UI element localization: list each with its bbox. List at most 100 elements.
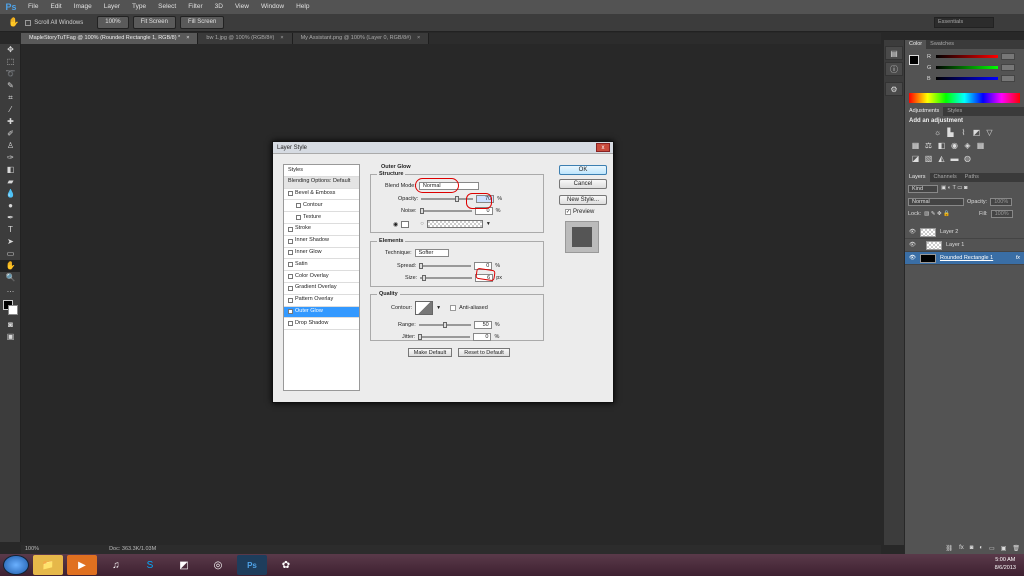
brightness-icon[interactable]: ☼ [933, 128, 942, 137]
eye-icon[interactable]: 👁 [909, 229, 916, 235]
history-panel-icon[interactable]: ▤ [885, 46, 903, 60]
tab-styles[interactable]: Styles [943, 107, 966, 116]
background-color-swatch[interactable] [8, 305, 18, 315]
lasso-tool-icon[interactable]: ➰ [0, 68, 21, 80]
fill-screen-button[interactable]: Fill Screen [179, 16, 225, 29]
move-tool-icon[interactable]: ✥ [0, 44, 21, 56]
close-icon[interactable]: × [186, 33, 189, 44]
menu-3d[interactable]: 3D [209, 0, 229, 14]
gradient-radio[interactable]: ○ [420, 221, 424, 227]
style-checkbox[interactable] [288, 274, 293, 280]
style-checkbox[interactable] [288, 309, 293, 315]
tab-paths[interactable]: Paths [961, 173, 983, 182]
skype-icon[interactable]: S [135, 555, 165, 575]
style-checkbox[interactable] [288, 285, 293, 291]
more-tools-icon[interactable]: … [0, 284, 21, 296]
style-item-contour[interactable]: Contour [284, 200, 359, 213]
system-clock[interactable]: 5:00 AM 8/6/2013 [995, 556, 1016, 572]
mask-icon[interactable]: ◙ [970, 545, 974, 552]
glow-color-swatch[interactable] [401, 220, 410, 228]
menu-help[interactable]: Help [290, 0, 315, 14]
cancel-button[interactable]: Cancel [559, 179, 607, 189]
close-icon[interactable]: × [417, 33, 420, 44]
g-value[interactable] [1001, 64, 1015, 71]
style-checkbox[interactable] [288, 191, 293, 197]
style-item-pattern-overlay[interactable]: Pattern Overlay [284, 295, 359, 307]
eyedropper-tool-icon[interactable]: ⁄ [0, 104, 21, 116]
quick-mask-icon[interactable]: ◙ [0, 319, 21, 331]
hand-tool-icon[interactable]: ✋ [8, 17, 19, 28]
layer-filter-kind[interactable]: Kind [908, 185, 938, 193]
stamp-tool-icon[interactable]: ♙ [0, 140, 21, 152]
eye-icon[interactable]: 👁 [909, 242, 916, 248]
workspace-select[interactable]: Essentials [934, 17, 994, 28]
eye-icon[interactable]: 👁 [909, 255, 916, 261]
link-icon[interactable]: ⛓ [945, 545, 953, 552]
path-select-tool-icon[interactable]: ➤ [0, 236, 21, 248]
folder-icon[interactable]: ▭ [989, 545, 995, 552]
selective-color-icon[interactable]: ◍ [963, 154, 972, 163]
style-item-inner-shadow[interactable]: Inner Shadow [284, 236, 359, 248]
red-slider[interactable]: R [905, 51, 1024, 62]
dodge-tool-icon[interactable]: ● [0, 200, 21, 212]
style-item-styles[interactable]: Styles [284, 165, 359, 177]
paint-icon[interactable]: ✿ [271, 555, 301, 575]
exposure-icon[interactable]: ◩ [972, 128, 981, 137]
screen-mode-icon[interactable]: ▣ [0, 331, 21, 343]
layer-row[interactable]: 👁 Layer 2 [905, 226, 1024, 239]
contour-picker[interactable] [415, 301, 434, 315]
green-slider[interactable]: G [905, 62, 1024, 73]
reset-default-button[interactable]: Reset to Default [458, 348, 510, 357]
spread-slider[interactable] [419, 263, 472, 269]
style-item-stroke[interactable]: Stroke [284, 224, 359, 236]
menu-image[interactable]: Image [68, 0, 98, 14]
hue-sat-icon[interactable]: ▦ [911, 141, 920, 150]
properties-panel-icon[interactable]: ⚙ [885, 82, 903, 96]
gradient-picker[interactable] [426, 220, 483, 228]
menu-file[interactable]: File [22, 0, 44, 14]
trash-icon[interactable]: 🗑 [1012, 545, 1020, 552]
blur-tool-icon[interactable]: 💧 [0, 188, 21, 200]
invert-icon[interactable]: ◪ [911, 154, 920, 163]
blue-slider[interactable]: B [905, 73, 1024, 84]
layer-row-selected[interactable]: 👁 Rounded Rectangle 1 fx [905, 252, 1024, 265]
photo-filter-icon[interactable]: ◉ [950, 141, 959, 150]
r-value[interactable] [1001, 53, 1015, 60]
range-slider[interactable] [418, 322, 471, 328]
layer-name[interactable]: Layer 1 [946, 242, 964, 248]
explorer-icon[interactable]: 📁 [33, 555, 63, 575]
levels-icon[interactable]: ▙ [946, 128, 955, 137]
style-checkbox[interactable] [288, 297, 293, 303]
shape-tool-icon[interactable]: ▭ [0, 248, 21, 260]
preview-toggle[interactable]: ✓ Preview [565, 209, 594, 215]
menu-type[interactable]: Type [126, 0, 152, 14]
zoom-tool-icon[interactable]: 🔍 [0, 272, 21, 284]
scroll-all-windows-checkbox[interactable]: Scroll All Windows [25, 19, 83, 26]
menu-layer[interactable]: Layer [98, 0, 126, 14]
type-tool-icon[interactable]: T [0, 224, 21, 236]
menu-filter[interactable]: Filter [182, 0, 208, 14]
lock-icons[interactable]: ▧ ✎ ✥ 🔒 [924, 211, 950, 217]
style-checkbox[interactable] [288, 321, 293, 327]
chrome-icon[interactable]: ◎ [203, 555, 233, 575]
brush-tool-icon[interactable]: ✐ [0, 128, 21, 140]
tab-channels[interactable]: Channels [930, 173, 961, 182]
style-checkbox[interactable] [288, 226, 293, 232]
vibrance-icon[interactable]: ▽ [985, 128, 994, 137]
layer-name[interactable]: Layer 2 [940, 229, 958, 235]
tab-bw1[interactable]: bw 1.jpg @ 100% (RGB/8#) × [198, 33, 293, 44]
fit-screen-button[interactable]: Fit Screen [132, 16, 176, 29]
style-checkbox[interactable] [288, 262, 293, 268]
close-icon[interactable]: × [280, 33, 283, 44]
new-layer-icon[interactable]: ▣ [1001, 545, 1007, 552]
anti-aliased-checkbox[interactable] [450, 305, 457, 311]
fx-footer-icon[interactable]: fx [959, 545, 964, 552]
filter-icons[interactable]: ▣ ◐ T ▭ ◙ [941, 185, 967, 193]
crop-tool-icon[interactable]: ⌗ [0, 92, 21, 104]
bw-icon[interactable]: ◧ [937, 141, 946, 150]
media-player-icon[interactable]: ▶ [67, 555, 97, 575]
style-item-blending-options-default[interactable]: Blending Options: Default [284, 176, 359, 189]
style-item-drop-shadow[interactable]: Drop Shadow [284, 318, 359, 331]
menu-edit[interactable]: Edit [44, 0, 67, 14]
hand-tool-icon[interactable]: ✋ [0, 260, 21, 272]
